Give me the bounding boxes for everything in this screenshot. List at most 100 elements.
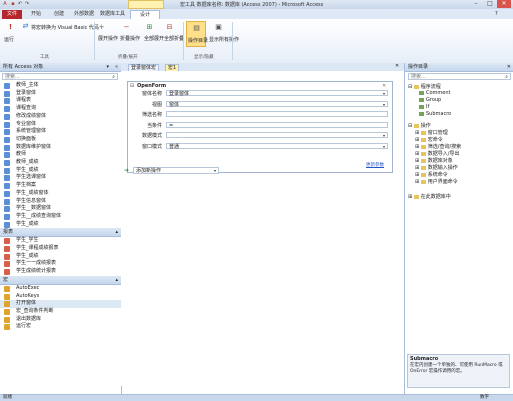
catalog-group-flow[interactable]: ⊟ 程序流程 xyxy=(408,83,441,90)
nav-section-header[interactable]: 报表 ▴ xyxy=(0,228,121,238)
argument-label: 窗口模式 xyxy=(141,143,162,150)
form-icon xyxy=(4,190,10,197)
doctab-login-macro[interactable]: 登录窗体宏 xyxy=(128,64,160,71)
catalog-flow-item[interactable]: Submacro xyxy=(419,111,451,117)
argument-label: 筛选名称 xyxy=(141,112,162,118)
chevron-down-icon[interactable]: ▾ xyxy=(106,63,109,71)
nav-item[interactable]: 修改成绩窗体 xyxy=(0,113,121,121)
collapse-actions-button[interactable]: − 折叠操作 xyxy=(120,22,144,44)
nav-item[interactable]: 学生选课窗体 xyxy=(0,174,121,182)
chevron-down-icon[interactable]: ▾ xyxy=(381,102,387,107)
tab-external-data[interactable]: 外部数据 xyxy=(71,10,97,19)
nav-item[interactable]: 打开窗体 xyxy=(0,300,121,308)
catalog-group-this-db[interactable]: ⊞ 在此数据库中 xyxy=(408,193,451,200)
help-icon[interactable]: ? xyxy=(495,11,498,17)
catalog-action-folder[interactable]: ⊞ 数据输入操作 xyxy=(415,164,458,171)
catalog-flow-item[interactable]: If xyxy=(419,104,429,110)
catalog-search-input[interactable]: 搜索... ⌕ xyxy=(408,73,511,80)
undo-icon[interactable]: ↶ xyxy=(17,1,23,7)
run-button[interactable]: ! 运行 xyxy=(3,22,19,46)
catalog-action-folder[interactable]: ⊞ 系统命令 xyxy=(415,171,448,178)
argument-field[interactable]: 普通 ▾ xyxy=(166,142,388,150)
chevron-up-icon[interactable]: ▴ xyxy=(115,228,118,236)
tab-design[interactable]: 设计 xyxy=(130,10,160,19)
action-block-openform[interactable]: ⊟ OpenForm ✕ 窗体名称 登录窗体 ▾ 视图 窗体 ▾ 筛选名称 当条件 = 数据模式 ▾… xyxy=(127,81,393,173)
argument-field[interactable]: = xyxy=(166,121,388,129)
nav-item[interactable]: 教师_成绩 xyxy=(0,159,121,167)
nav-item[interactable]: AutoExec xyxy=(0,285,121,293)
catalog-action-folder[interactable]: ⊞ 窗口管理 xyxy=(415,129,448,136)
catalog-action-folder[interactable]: ⊞ 数据导入/导出 xyxy=(415,150,459,157)
argument-label: 数据模式 xyxy=(141,133,162,139)
catalog-description: Submacro 在宏内创建一个单独的、可使用 RunMacro 或 OnErr… xyxy=(407,354,510,388)
delete-action-icon[interactable]: ✕ xyxy=(382,83,386,89)
tab-file[interactable]: 文件 xyxy=(2,10,22,19)
nav-item[interactable]: 学生_成绩窗体 xyxy=(0,190,121,198)
nav-item[interactable]: 教师_主体 xyxy=(0,82,121,90)
argument-field[interactable]: 登录窗体 ▾ xyxy=(166,90,388,97)
doctab-macro1[interactable]: 宏1 xyxy=(165,64,180,71)
chevron-down-icon[interactable]: ▾ xyxy=(381,91,387,96)
catalog-flow-item[interactable]: Group xyxy=(419,97,441,103)
collapse-pane-icon[interactable]: « xyxy=(115,63,118,71)
catalog-action-folder[interactable]: ⊞ 数据库对象 xyxy=(415,157,453,164)
add-new-action-select[interactable]: 添加新操作 ▾ xyxy=(133,167,219,174)
catalog-action-folder[interactable]: ⊞ 宏命令 xyxy=(415,136,443,143)
chevron-down-icon[interactable]: ▾ xyxy=(381,133,387,138)
chevron-down-icon[interactable]: ▾ xyxy=(381,144,387,149)
nav-item[interactable]: 课程表 xyxy=(0,97,121,105)
tab-database-tools[interactable]: 数据库工具 xyxy=(98,10,127,19)
form-icon xyxy=(4,144,10,151)
nav-item[interactable]: 学生成绩统计报表 xyxy=(0,268,121,276)
nav-item[interactable]: 课程查询 xyxy=(0,105,121,113)
collapse-action-icon[interactable]: ⊟ xyxy=(130,83,134,89)
nav-item[interactable]: 切换面板 xyxy=(0,136,121,144)
close-icon[interactable]: ✕ xyxy=(507,63,511,71)
nav-item[interactable]: 教师 xyxy=(0,151,121,159)
show-all-icon: ▣ xyxy=(215,23,222,31)
nav-item[interactable]: 学生档案 xyxy=(0,182,121,190)
argument-field[interactable] xyxy=(166,111,388,117)
action-arguments: 窗体名称 登录窗体 ▾ 视图 窗体 ▾ 筛选名称 当条件 = 数据模式 ▾ 窗口模式 普通 ▾ xyxy=(128,90,392,160)
report-icon xyxy=(4,269,10,276)
redo-icon[interactable]: ↷ xyxy=(24,1,30,7)
catalog-action-folder[interactable]: ⊞ 筛选/查询/搜索 xyxy=(415,143,461,150)
nav-item[interactable]: 学生一一成绩报表 xyxy=(0,260,121,268)
folder-icon xyxy=(413,84,419,89)
show-all-actions-button[interactable]: ▣ 显示所有操作 xyxy=(208,21,239,47)
add-action-icon: ➜ xyxy=(124,167,130,174)
nav-item[interactable]: 学生__数据窗体 xyxy=(0,205,121,213)
nav-item[interactable]: 系统管理窗体 xyxy=(0,128,121,136)
argument-field[interactable]: 窗体 ▾ xyxy=(166,100,388,108)
argument-field[interactable]: ▾ xyxy=(166,132,388,138)
nav-item[interactable]: 学生__成绩查询窗体 xyxy=(0,213,121,221)
folder-icon xyxy=(420,137,426,142)
minimize-button[interactable]: – xyxy=(469,0,483,8)
nav-item[interactable]: 运行宏 xyxy=(0,323,121,331)
close-button[interactable]: ✕ xyxy=(497,0,511,8)
nav-item[interactable]: 学生_成绩 xyxy=(0,221,121,229)
action-icon xyxy=(419,104,424,109)
expand-all-button[interactable]: ⊞ 全部展开 xyxy=(144,22,164,44)
action-name: OpenForm xyxy=(137,83,167,89)
report-icon xyxy=(4,238,10,245)
nav-section-header[interactable]: 宏 ▴ xyxy=(0,275,121,285)
catalog-action-folder[interactable]: ⊞ 用户界面命令 xyxy=(415,178,458,185)
nav-header[interactable]: 所有 Access 对象 ▾ « xyxy=(0,63,121,72)
nav-item[interactable]: 宏_查询条件判断 xyxy=(0,308,121,316)
collapse-all-button[interactable]: ⊟ 全部折叠 xyxy=(164,22,184,44)
tab-home[interactable]: 开始 xyxy=(25,10,47,19)
nav-item[interactable]: 学生_学生 xyxy=(0,237,121,245)
nav-search-input[interactable]: 搜索... ⌕ xyxy=(2,73,118,80)
chevron-up-icon[interactable]: ▴ xyxy=(115,276,118,284)
report-icon xyxy=(4,246,10,252)
catalog-group-actions[interactable]: ⊟ 操作 xyxy=(408,122,431,129)
tab-create[interactable]: 创建 xyxy=(48,10,70,19)
action-catalog-button[interactable]: ▤ 操作目录 xyxy=(186,21,208,47)
nav-item[interactable]: 学生_课程成绩报表 xyxy=(0,245,121,253)
maximize-button[interactable]: □ xyxy=(483,0,497,8)
save-icon[interactable]: ▪ xyxy=(10,1,16,7)
close-document-icon[interactable]: ✕ xyxy=(395,63,399,69)
catalog-flow-item[interactable]: Comment xyxy=(419,90,451,96)
update-parameters-link[interactable]: 更新参数 xyxy=(366,162,384,168)
